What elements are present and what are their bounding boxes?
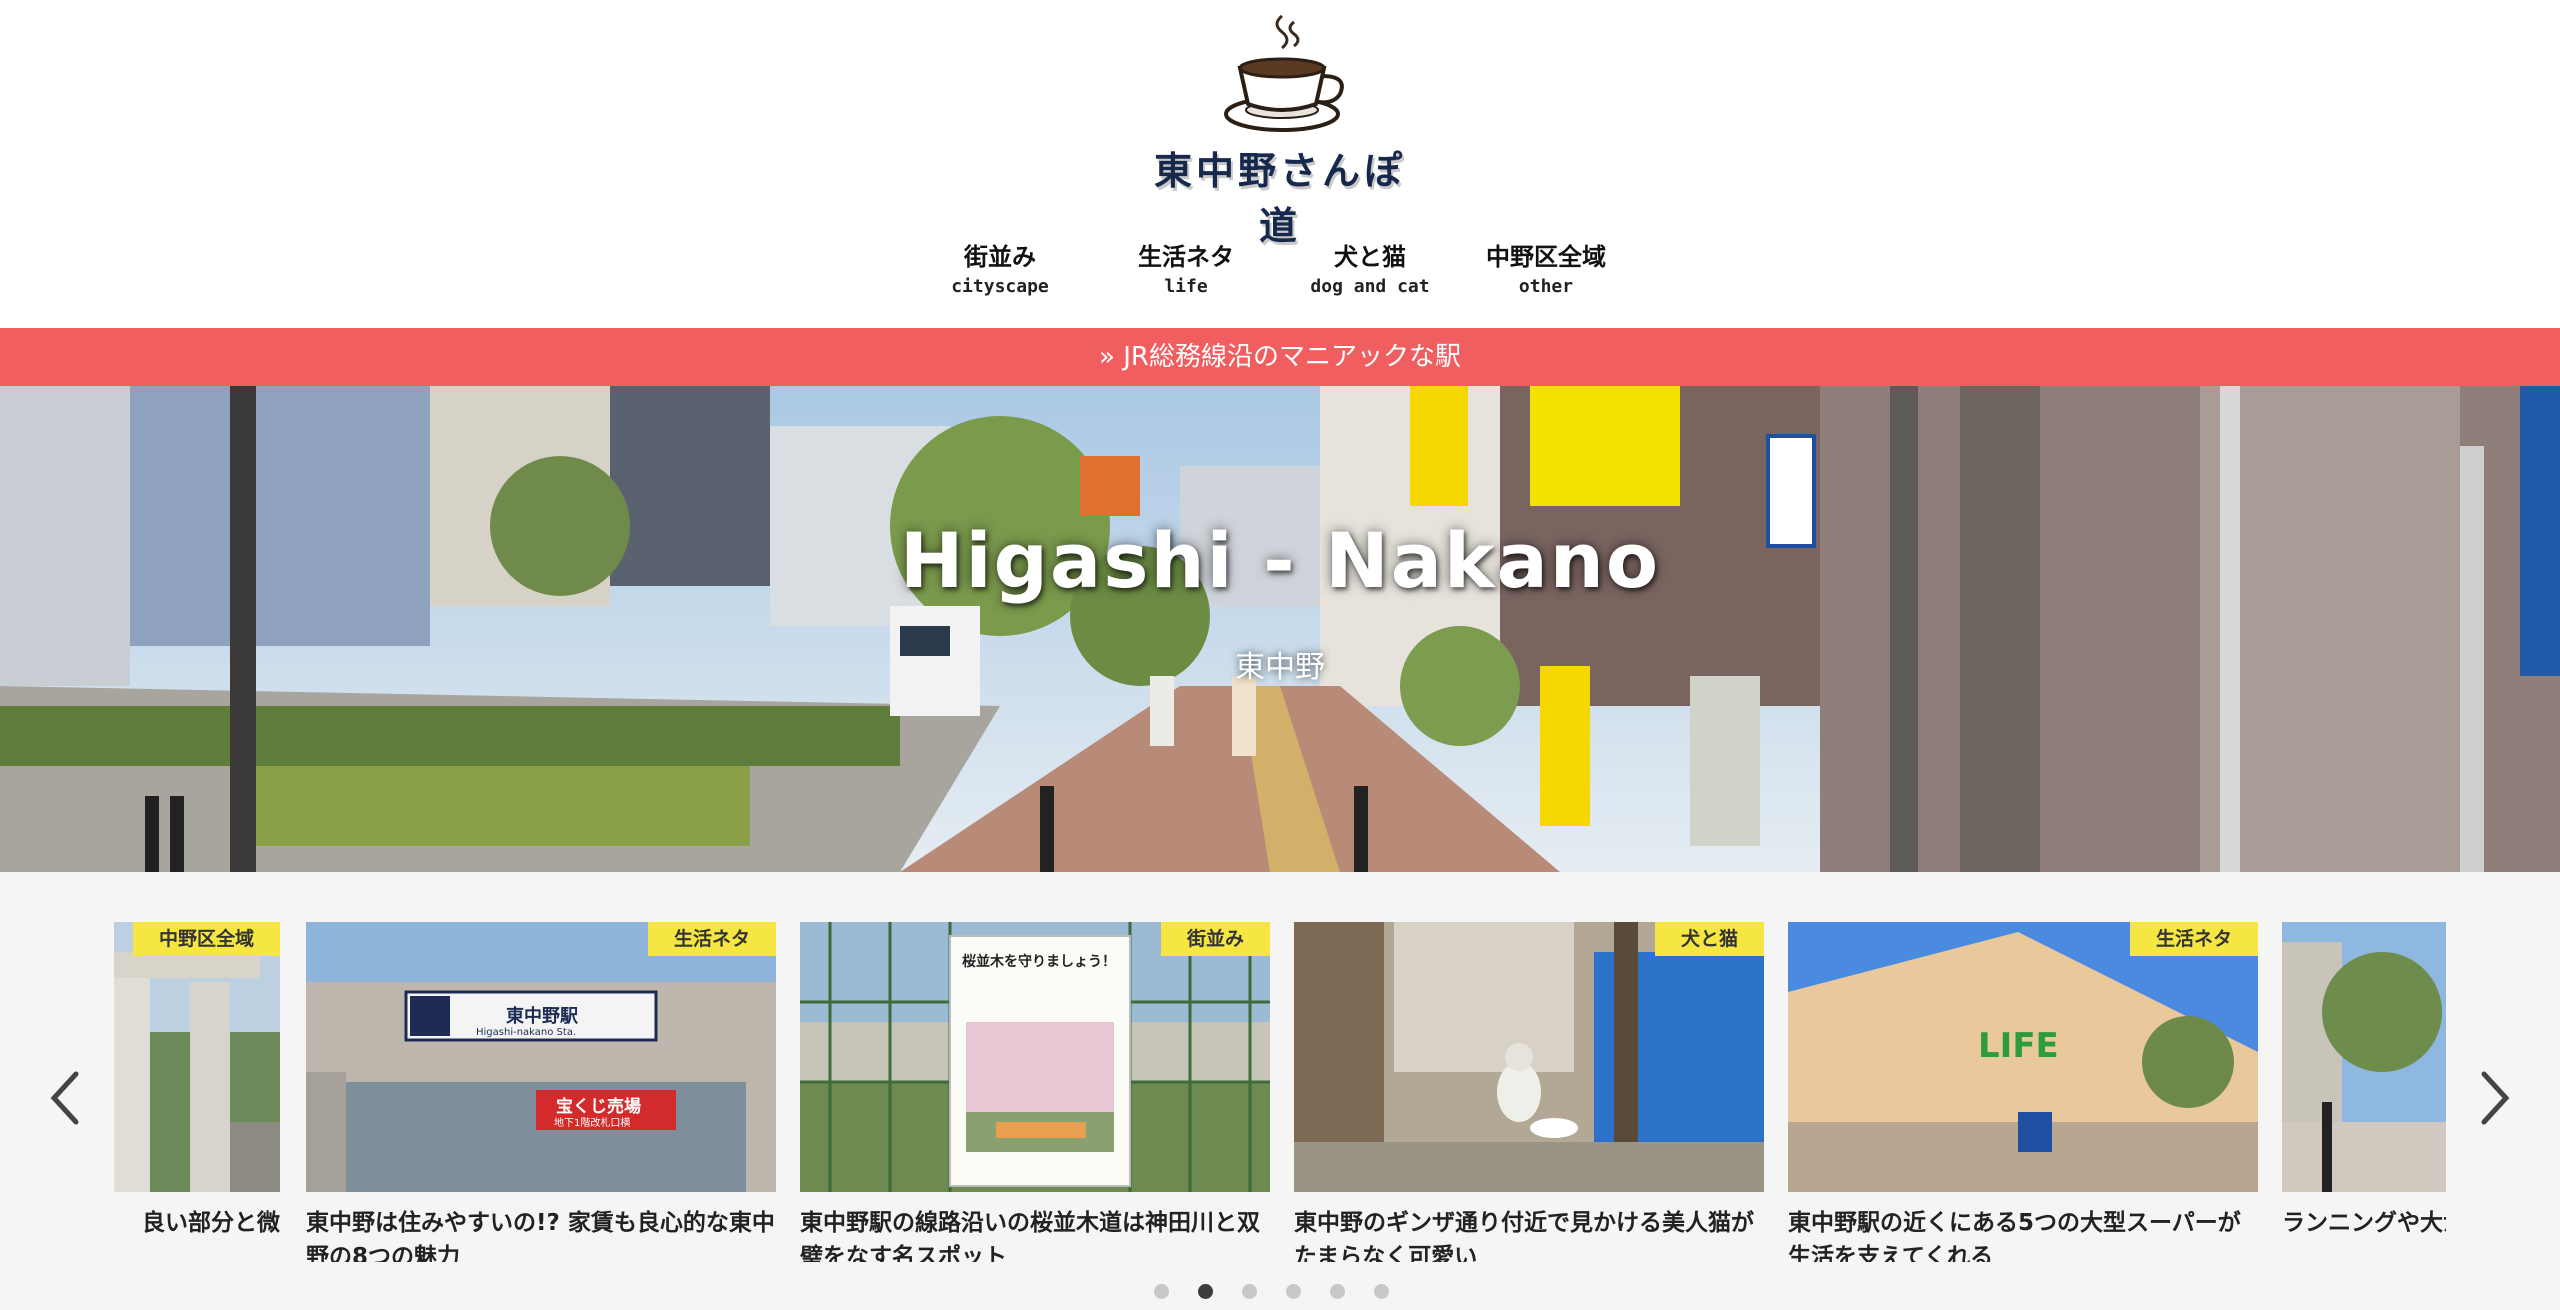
pagination-dot[interactable]: [1286, 1284, 1301, 1299]
article-thumbnail: 犬と猫: [1294, 922, 1764, 1192]
chevron-right-icon: [2481, 1071, 2510, 1125]
article-card[interactable]: 中野区全域 良い部分と微: [114, 922, 280, 1262]
carousel-track: 中野区全域 良い部分と微 東中野駅 Higashi-nakano Sta. 宝く…: [114, 922, 2446, 1262]
running-street-photo: [2282, 922, 2446, 1192]
category-tag: 生活ネタ: [647, 922, 776, 956]
hero-street-photo: [0, 386, 2560, 872]
carousel-pagination: [1154, 1284, 1406, 1302]
supermarket-sign: LIFE: [1978, 1026, 2059, 1066]
article-thumbnail: 東中野駅 Higashi-nakano Sta. 宝くじ売場 地下1階改札口横 …: [306, 922, 776, 1192]
site-logo[interactable]: 東中野さんぽ道: [1110, 10, 1450, 248]
nav-item-cityscape[interactable]: 街並み cityscape: [920, 240, 1080, 300]
nav-item-dog-and-cat[interactable]: 犬と猫 dog and cat: [1290, 240, 1450, 300]
pagination-dot[interactable]: [1154, 1284, 1169, 1299]
pagination-dot[interactable]: [1330, 1284, 1345, 1299]
article-title: 東中野のギンザ通り付近で見かける美人猫がたまらなく可愛い: [1294, 1210, 1754, 1262]
supermarket-photo: LIFE: [1788, 922, 2258, 1192]
hero-subtitle: 東中野: [1235, 650, 1325, 685]
hero-banner: Higashi - Nakano 東中野: [0, 386, 2560, 872]
article-thumbnail: 桜並木を守りましょう！ 街並み: [800, 922, 1270, 1192]
article-title: 東中野駅の近くにある5つの大型スーパーが生活を支えてくれる: [1788, 1210, 2241, 1262]
nav-label-en: life: [1164, 276, 1208, 297]
nav-item-other[interactable]: 中野区全域 other: [1466, 240, 1626, 300]
poster-heading: 桜並木を守りましょう！: [962, 953, 1116, 970]
category-tag: 生活ネタ: [2129, 922, 2258, 956]
article-title: 東中野は住みやすいの!? 家賃も良心的な東中野の8つの魅力: [306, 1210, 775, 1262]
cat-photo: [1294, 922, 1764, 1192]
pagination-dot[interactable]: [1242, 1284, 1257, 1299]
article-thumbnail: 中野区全域: [114, 922, 280, 1192]
pagination-dot[interactable]: [1198, 1284, 1213, 1299]
article-title: 良い部分と微: [142, 1210, 280, 1236]
lottery-sign-sub: 地下1階改札口横: [554, 1116, 630, 1129]
nav-label-jp: 生活ネタ: [1138, 243, 1234, 271]
article-card[interactable]: ランニングや大が通る東中野の: [2282, 922, 2446, 1262]
article-thumbnail: [2282, 922, 2446, 1192]
article-title: ランニングや大が通る東中野の: [2282, 1210, 2446, 1236]
category-tag: 街並み: [1160, 922, 1270, 956]
site-header: 東中野さんぽ道 街並み cityscape 生活ネタ life 犬と猫 dog …: [0, 0, 2560, 328]
nav-label-jp: 犬と猫: [1334, 243, 1406, 271]
logo-text: 東中野さんぽ道: [1153, 149, 1406, 248]
nav-label-en: other: [1518, 276, 1574, 297]
cherry-blossom-poster-photo: 桜並木を守りましょう！: [800, 922, 1270, 1192]
carousel-next-button[interactable]: [2474, 1068, 2514, 1128]
category-tag: 中野区全域: [132, 922, 280, 956]
article-thumbnail: LIFE 生活ネタ: [1788, 922, 2258, 1192]
article-card[interactable]: LIFE 生活ネタ 東中野駅の近くにある5つの大型スーパーが生活を支えてくれる: [1788, 922, 2258, 1262]
main-nav: 街並み cityscape 生活ネタ life 犬と猫 dog and cat …: [920, 240, 1640, 310]
hero-title: Higashi - Nakano: [899, 516, 1661, 605]
nav-label-en: dog and cat: [1310, 276, 1430, 297]
nav-label-jp: 中野区全域: [1486, 243, 1606, 271]
nav-label-en: cityscape: [951, 276, 1049, 297]
station-sign-text-en: Higashi-nakano Sta.: [476, 1027, 576, 1038]
article-card[interactable]: 東中野駅 Higashi-nakano Sta. 宝くじ売場 地下1階改札口横 …: [306, 922, 776, 1262]
nav-label-jp: 街並み: [964, 243, 1036, 271]
article-title: 東中野駅の線路沿いの桜並木道は神田川と双璧をなす名スポット: [800, 1210, 1260, 1262]
article-card[interactable]: 桜並木を守りましょう！ 街並み 東中野駅の線路沿いの桜並木道は神田川と双璧をなす…: [800, 922, 1270, 1262]
station-entrance-photo: 東中野駅 Higashi-nakano Sta. 宝くじ売場 地下1階改札口横: [306, 922, 776, 1192]
carousel-prev-button[interactable]: [46, 1068, 86, 1128]
notice-bar[interactable]: » JR総務線沿のマニアックな駅: [0, 328, 2560, 386]
notice-text: » JR総務線沿のマニアックな駅: [1099, 342, 1461, 372]
article-card[interactable]: 犬と猫 東中野のギンザ通り付近で見かける美人猫がたまらなく可愛い: [1294, 922, 1764, 1262]
lottery-sign-text: 宝くじ売場: [556, 1096, 641, 1117]
article-carousel: 中野区全域 良い部分と微 東中野駅 Higashi-nakano Sta. 宝く…: [0, 872, 2560, 1310]
category-tag: 犬と猫: [1654, 922, 1764, 956]
shrine-photo: [114, 922, 280, 1192]
station-sign-text: 東中野駅: [506, 1005, 579, 1027]
pagination-dot[interactable]: [1374, 1284, 1389, 1299]
nav-item-life[interactable]: 生活ネタ life: [1106, 240, 1266, 300]
chevron-left-icon: [50, 1071, 79, 1125]
